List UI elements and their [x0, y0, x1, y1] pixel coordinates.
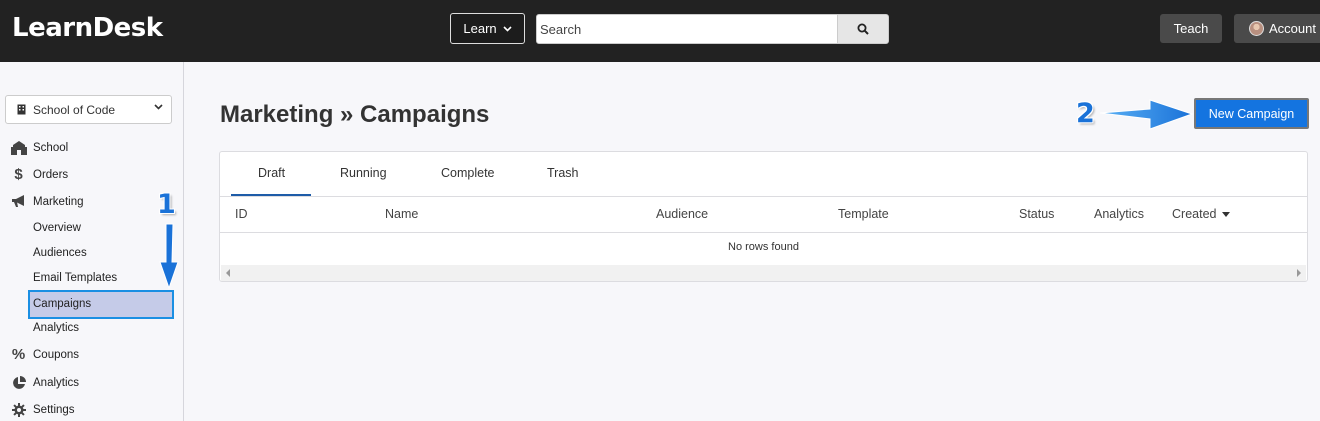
divider	[220, 196, 1307, 197]
learn-dropdown-button[interactable]: Learn	[450, 13, 525, 44]
column-header-template[interactable]: Template	[838, 207, 889, 221]
sidebar-item-coupons[interactable]: % Coupons	[10, 346, 80, 363]
column-header-id[interactable]: ID	[235, 207, 248, 221]
sidebar-item-school[interactable]: School	[10, 140, 68, 155]
column-header-status[interactable]: Status	[1019, 207, 1054, 221]
learn-label: Learn	[463, 21, 497, 36]
sidebar-item-label: Settings	[33, 403, 75, 416]
search-icon	[857, 23, 869, 35]
tab-running[interactable]: Running	[340, 166, 387, 180]
sidebar-item-marketing[interactable]: Marketing	[10, 194, 84, 209]
column-header-analytics[interactable]: Analytics	[1094, 207, 1144, 221]
account-label: Account	[1269, 21, 1316, 36]
building-icon	[10, 140, 27, 155]
tab-complete[interactable]: Complete	[441, 166, 495, 180]
school-select-label: School of Code	[33, 102, 116, 117]
column-header-label: Created	[1172, 207, 1217, 221]
chevron-down-icon	[154, 104, 163, 110]
search-button[interactable]	[837, 14, 889, 44]
sidebar-subitem-overview[interactable]: Overview	[33, 222, 81, 234]
sidebar-subitem-analytics[interactable]: Analytics	[33, 322, 79, 334]
account-button[interactable]: Account	[1234, 14, 1320, 43]
tab-draft[interactable]: Draft	[258, 166, 285, 180]
scroll-left-icon[interactable]	[226, 269, 230, 277]
column-header-created[interactable]: Created	[1172, 207, 1231, 221]
chevron-down-icon	[503, 25, 512, 32]
sidebar-item-label: Marketing	[33, 195, 84, 208]
scroll-right-icon[interactable]	[1297, 269, 1301, 277]
step2-label: 2	[1076, 98, 1095, 129]
brand-logo[interactable]: LearnDesk	[12, 13, 163, 43]
column-header-name[interactable]: Name	[385, 207, 418, 221]
sidebar-item-label: Analytics	[33, 376, 80, 389]
sidebar-item-label: Orders	[33, 168, 69, 181]
sidebar-item-label: School	[33, 141, 69, 154]
pie-chart-icon	[10, 375, 27, 390]
gear-icon	[10, 402, 27, 417]
sidebar-item-analytics[interactable]: Analytics	[10, 375, 79, 390]
avatar	[1249, 21, 1264, 36]
new-campaign-button[interactable]: New Campaign	[1194, 98, 1309, 129]
sidebar-subitem-audiences[interactable]: Audiences	[33, 247, 87, 259]
search-input[interactable]	[536, 14, 838, 44]
step1-label: 1	[157, 189, 176, 220]
sidebar-item-settings[interactable]: Settings	[10, 402, 75, 417]
top-navbar: LearnDesk Learn Teach Account	[0, 0, 1320, 62]
percent-icon: %	[11, 346, 26, 363]
tab-trash[interactable]: Trash	[547, 166, 579, 180]
column-header-audience[interactable]: Audience	[656, 207, 708, 221]
divider	[220, 232, 1307, 233]
page-title: Marketing » Campaigns	[220, 101, 490, 128]
empty-table-message: No rows found	[728, 241, 799, 253]
sidebar-item-label: Coupons	[33, 348, 80, 361]
horizontal-scrollbar[interactable]	[221, 265, 1306, 281]
teach-button[interactable]: Teach	[1160, 14, 1222, 43]
campaigns-panel: Draft Running Complete Trash ID Name Aud…	[219, 151, 1308, 282]
step2-arrow	[1099, 99, 1194, 130]
sidebar-subitem-email-templates[interactable]: Email Templates	[33, 272, 117, 284]
sidebar-subitem-campaigns[interactable]: Campaigns	[28, 290, 174, 319]
sort-desc-icon	[1222, 211, 1231, 217]
school-select[interactable]: School of Code	[5, 95, 172, 124]
bullhorn-icon	[10, 194, 27, 209]
sidebar-item-orders[interactable]: $ Orders	[10, 166, 69, 183]
building-icon	[17, 104, 26, 115]
dollar-icon: $	[14, 166, 23, 183]
sidebar: School of Code School $ Orders Marketing…	[0, 62, 184, 421]
